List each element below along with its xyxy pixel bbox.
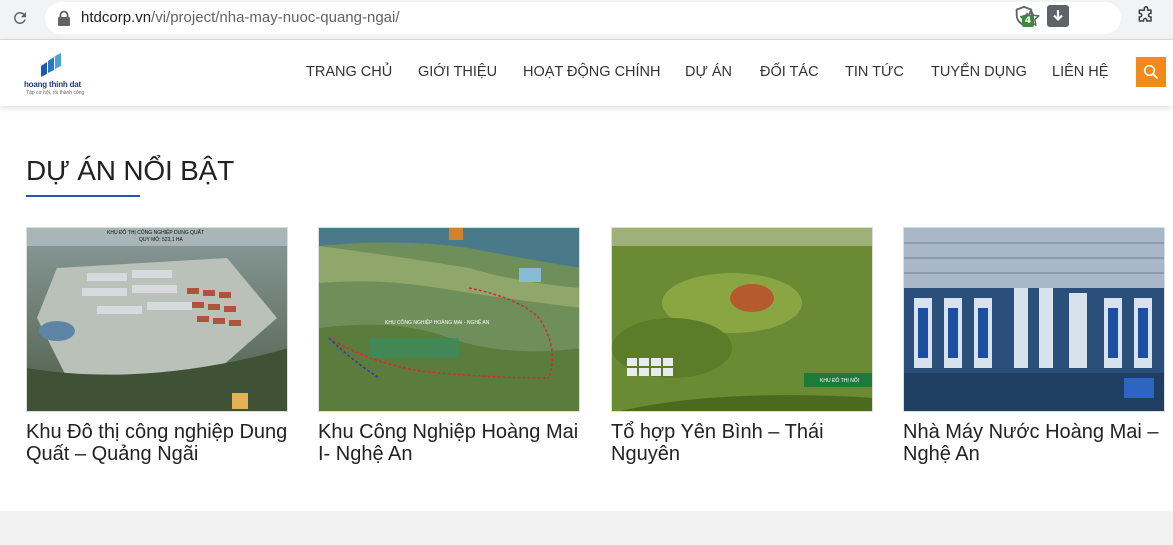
logo-name: hoang thinh dat: [24, 80, 81, 89]
project-title[interactable]: Nhà Máy Nước Hoàng Mai – Nghệ An: [903, 421, 1173, 465]
project-image-water-plant[interactable]: [903, 227, 1165, 412]
lock-icon[interactable]: [57, 10, 71, 26]
extension-badge: 4: [1022, 15, 1034, 27]
puzzle-icon[interactable]: [1136, 6, 1158, 28]
section-title: DỰ ÁN NỔI BẬT: [26, 155, 235, 186]
project-image-hoang-mai-ip[interactable]: KHU CÔNG NGHIỆP HOÀNG MAI - NGHỆ AN: [318, 227, 580, 412]
site-header: hoang thinh dat Tập cơ hội, rồi thành cô…: [0, 40, 1173, 106]
logo-tagline: Tập cơ hội, rồi thành công: [26, 90, 85, 96]
nav-item-trang-chu[interactable]: TRANG CHỦ: [306, 64, 392, 80]
url-path: /vi/project/nha-may-nuoc-quang-ngai/: [151, 9, 400, 26]
project-title[interactable]: Khu Công Nghiệp Hoàng Mai I- Nghệ An: [318, 421, 588, 465]
url-text[interactable]: htdcorp.vn/vi/project/nha-may-nuoc-quang…: [81, 9, 400, 26]
project-image-dung-quat[interactable]: KHU ĐÔ THỊ CÔNG NGHIỆP DUNG QUẤT QUY MÔ:…: [26, 227, 288, 412]
nav-item-doi-tac[interactable]: ĐỐI TÁC: [760, 64, 819, 80]
nav-item-hoat-dong-chinh[interactable]: HOẠT ĐỘNG CHÍNH: [523, 64, 661, 80]
reload-icon[interactable]: [9, 7, 31, 29]
image-caption: KHU ĐÔ THỊ NỐI: [820, 378, 860, 384]
browser-toolbar: htdcorp.vn/vi/project/nha-may-nuoc-quang…: [0, 0, 1173, 40]
project-image-yen-binh[interactable]: KHU ĐÔ THỊ NỐI: [611, 227, 873, 412]
title-underline: [26, 195, 140, 197]
address-bar[interactable]: htdcorp.vn/vi/project/nha-may-nuoc-quang…: [45, 2, 1121, 34]
download-extension-icon[interactable]: [1047, 5, 1069, 27]
project-title[interactable]: Khu Đô thị công nghiệp Dung Quất – Quảng…: [26, 421, 296, 465]
nav-item-gioi-thieu[interactable]: GIỚI THIỆU: [418, 64, 497, 80]
nav-item-tuyen-dung[interactable]: TUYỂN DỤNG: [931, 64, 1027, 80]
search-icon: [1143, 64, 1159, 80]
footer-band: [0, 511, 1173, 545]
image-caption: KHU CÔNG NGHIỆP HOÀNG MAI - NGHỆ AN: [385, 320, 490, 326]
logo-mark-icon: [41, 53, 61, 77]
nav-item-tin-tuc[interactable]: TIN TỨC: [845, 64, 904, 80]
site-logo[interactable]: hoang thinh dat Tập cơ hội, rồi thành cô…: [24, 52, 84, 98]
search-button[interactable]: [1136, 57, 1166, 87]
nav-item-lien-he[interactable]: LIÊN HỆ: [1052, 64, 1108, 80]
url-host: htdcorp.vn: [81, 9, 152, 26]
image-subcaption: QUY MÔ: 523,1 HA: [139, 237, 183, 243]
project-title[interactable]: Tổ hợp Yên Bình – Thái Nguyên: [611, 421, 881, 465]
nav-item-du-an[interactable]: DỰ ÁN: [685, 64, 732, 80]
image-caption: KHU ĐÔ THỊ CÔNG NGHIỆP DUNG QUẤT: [107, 230, 205, 236]
